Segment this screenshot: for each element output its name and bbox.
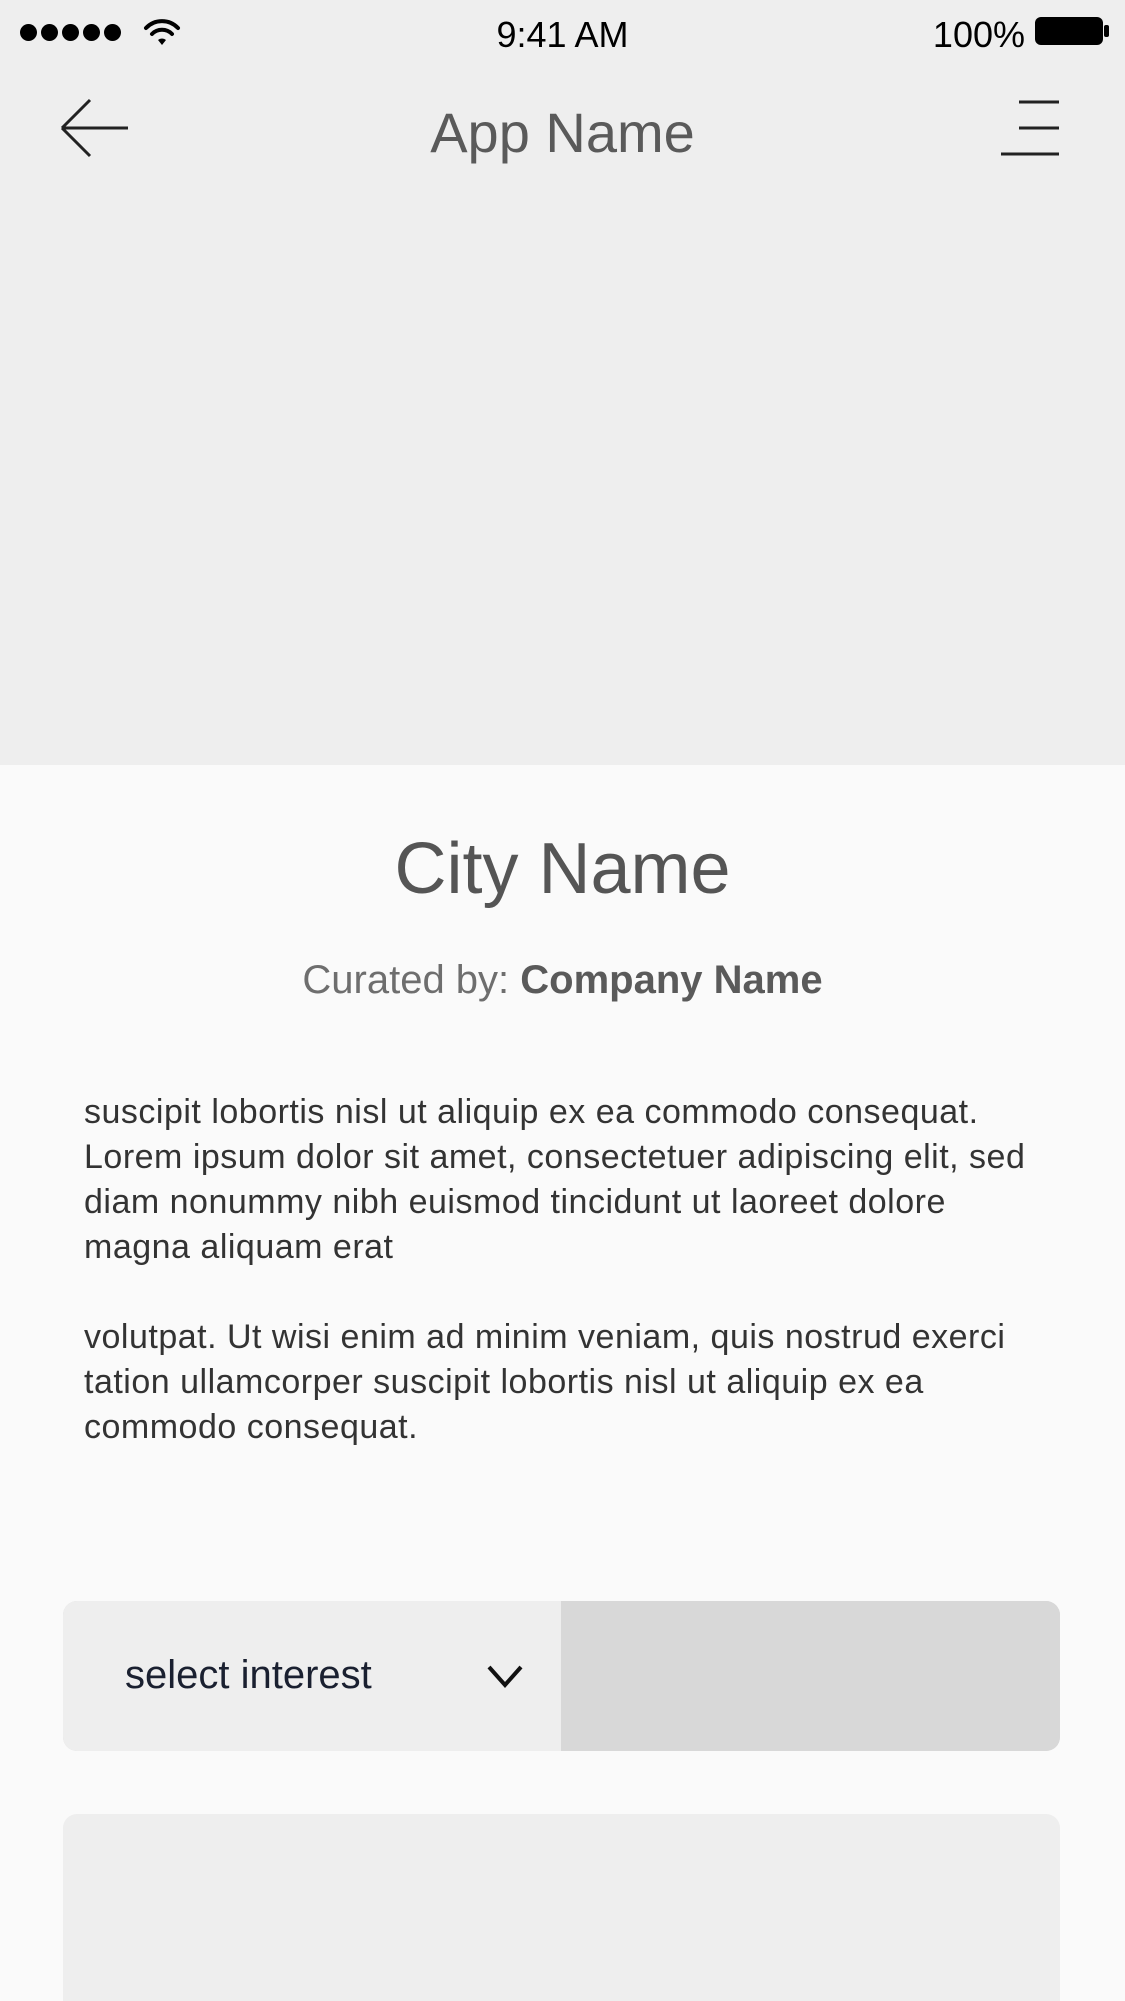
city-name: City Name <box>394 829 731 909</box>
chevron-down-icon <box>487 1665 523 1689</box>
battery-percentage: 100% <box>932 14 1025 55</box>
description-paragraph: suscipit lobortis nisl ut aliquip ex ea … <box>84 1093 1026 1266</box>
select-interest-dropdown[interactable]: select interest <box>63 1601 561 1751</box>
curated-by: Curated by: Company Name <box>0 958 1125 1003</box>
select-interest-label: select interest <box>125 1653 372 1697</box>
curated-prefix: Curated by: <box>302 958 521 1002</box>
city-description: suscipit lobortis nisl ut aliquip ex ea … <box>84 1090 1044 1450</box>
screen: 9:41 AM 100% App Name City Name Curated … <box>0 0 1125 2001</box>
menu-icon[interactable] <box>995 98 1061 158</box>
app-title: App Name <box>430 101 695 164</box>
status-bar: 9:41 AM 100% <box>0 0 1125 66</box>
battery-icon <box>1035 17 1109 45</box>
interest-filter-bar: select interest <box>63 1601 1060 1751</box>
interest-action-area[interactable] <box>561 1601 1060 1751</box>
description-paragraph: volutpat. Ut wisi enim ad minim veniam, … <box>84 1318 1006 1446</box>
content-card[interactable] <box>63 1814 1060 2001</box>
company-name: Company Name <box>520 958 823 1002</box>
hero-image-placeholder <box>0 66 1125 765</box>
